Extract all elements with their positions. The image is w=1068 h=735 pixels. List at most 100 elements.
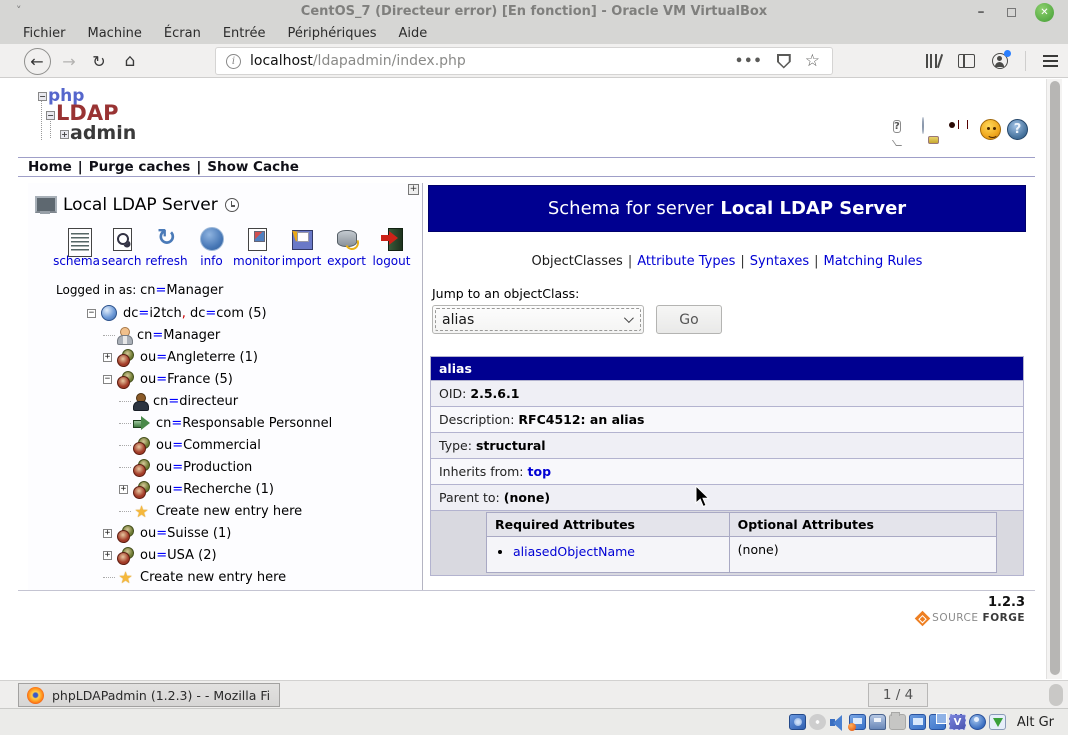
schema-link-attribute-types[interactable]: Attribute Types xyxy=(637,254,735,269)
restore-button[interactable] xyxy=(1002,3,1020,21)
recording-status-icon[interactable] xyxy=(929,714,946,730)
tree-item-ou-commercial[interactable]: ou=Commercial xyxy=(28,434,422,456)
tree-toolbar-search[interactable]: search xyxy=(99,227,144,268)
pocket-icon[interactable] xyxy=(777,54,791,69)
tree-expand-all-icon[interactable]: + xyxy=(408,184,419,195)
url-text[interactable]: localhost/ldapadmin/index.php xyxy=(250,53,466,69)
row-value-link[interactable]: top xyxy=(528,464,552,479)
logged-in-text: Logged in as: cn=Manager xyxy=(56,283,223,298)
scrollbar-thumb[interactable] xyxy=(1050,81,1060,675)
tree-item-dc-i2tch-dc-com-5[interactable]: −dc=i2tch, dc=com (5) xyxy=(28,302,422,324)
library-icon[interactable] xyxy=(926,54,942,68)
tree-item-ou-suisse-1[interactable]: +ou=Suisse (1) xyxy=(28,522,422,544)
nav-link-show-cache[interactable]: Show Cache xyxy=(207,159,299,175)
taskbar-scroll-thumb[interactable] xyxy=(1049,684,1063,706)
desktop-taskbar: phpLDAPadmin (1.2.3) - - Mozilla Fir... … xyxy=(0,680,1068,708)
sidebar-icon[interactable] xyxy=(958,54,975,68)
workspace-switcher[interactable]: 1 / 4 xyxy=(868,683,928,707)
row-label: Parent to: xyxy=(439,490,500,505)
row-label: OID: xyxy=(439,386,466,401)
forward-button[interactable]: → xyxy=(56,44,82,78)
tree-toolbar-monitor[interactable]: monitor xyxy=(234,227,279,268)
menubar-item-peripheriques[interactable]: Périphériques xyxy=(276,24,387,44)
tree-toolbar-refresh[interactable]: ↻refresh xyxy=(144,227,189,268)
vbox-statusbar: V Alt Gr xyxy=(0,708,1068,735)
arrow-right-icon xyxy=(133,416,150,430)
tree-item-ou-usa-2[interactable]: +ou=USA (2) xyxy=(28,544,422,566)
close-button[interactable]: ✕ xyxy=(1035,3,1054,22)
sourceforge-logo[interactable]: SOURCEFORGE xyxy=(917,612,1025,624)
reload-button[interactable]: ↻ xyxy=(86,44,112,78)
attribute-link-aliasedobjectname[interactable]: aliasedObjectName xyxy=(513,544,635,559)
collapse-icon[interactable]: − xyxy=(87,309,96,318)
vbox-menubar: FichierMachineÉcranEntréePériphériquesAi… xyxy=(0,24,1068,44)
tree-item-create-new-entry-here[interactable]: ★ Create new entry here xyxy=(28,500,422,522)
hint-bulb-icon[interactable] xyxy=(922,117,924,134)
network-status-icon[interactable] xyxy=(849,714,866,730)
menubar-item-fichier[interactable]: Fichier xyxy=(12,24,77,44)
bookmark-star-icon[interactable]: ☆ xyxy=(805,51,820,71)
expand-icon[interactable]: + xyxy=(103,551,112,560)
tree-toolbar-schema[interactable]: schema xyxy=(54,227,99,268)
server-icon xyxy=(34,196,56,214)
keyboard-status-icon[interactable] xyxy=(989,714,1006,730)
usb-status-icon[interactable] xyxy=(869,714,886,730)
display-status-icon[interactable] xyxy=(909,714,926,730)
menubar-item-entree[interactable]: Entrée xyxy=(212,24,277,44)
firefox-taskbar-button[interactable]: phpLDAPadmin (1.2.3) - - Mozilla Fir... xyxy=(18,683,280,707)
objectclass-name: alias xyxy=(431,357,1023,380)
tree-toolbar-import[interactable]: import xyxy=(279,227,324,268)
expand-icon[interactable]: + xyxy=(103,529,112,538)
tree-item-ou-france-5[interactable]: −ou=France (5) xyxy=(28,368,422,390)
tree-toolbar-info[interactable]: info xyxy=(189,227,234,268)
people-icon xyxy=(117,525,134,542)
url-bar[interactable]: i localhost/ldapadmin/index.php ••• ☆ xyxy=(215,47,833,75)
menu-hamburger-icon[interactable] xyxy=(1043,55,1058,67)
server-line[interactable]: Local LDAP Server xyxy=(34,195,239,215)
tree-item-create-new-entry-here[interactable]: ★Create new entry here xyxy=(28,566,422,588)
features-status-icon[interactable]: V xyxy=(949,714,966,730)
optical-status-icon[interactable] xyxy=(809,714,826,730)
tree-item-ou-recherche-1[interactable]: +ou=Recherche (1) xyxy=(28,478,422,500)
audio-status-icon[interactable] xyxy=(829,714,846,730)
tree-toolbar-export[interactable]: export xyxy=(324,227,369,268)
minimize-button[interactable]: – xyxy=(972,3,990,21)
schema-link-objectclasses[interactable]: ObjectClasses xyxy=(532,254,623,269)
menubar-item-machine[interactable]: Machine xyxy=(77,24,153,44)
menubar-item-aide[interactable]: Aide xyxy=(388,24,439,44)
hdd-status-icon[interactable] xyxy=(789,714,806,730)
collapse-icon[interactable]: − xyxy=(103,375,112,384)
menubar-item-ecran[interactable]: Écran xyxy=(153,24,212,44)
home-button[interactable]: ⌂ xyxy=(116,44,144,78)
page-actions-icon[interactable]: ••• xyxy=(735,54,763,69)
back-button[interactable]: ← xyxy=(22,44,52,78)
tree-item-cn-manager[interactable]: cn=Manager xyxy=(28,324,422,346)
objectclass-select[interactable]: alias xyxy=(432,305,644,334)
tree-item-ou-angleterre-1[interactable]: +ou=Angleterre (1) xyxy=(28,346,422,368)
expand-icon[interactable]: + xyxy=(103,353,112,362)
star-icon: ★ xyxy=(133,503,150,520)
tree-item-cn-directeur[interactable]: cn=directeur xyxy=(28,390,422,412)
version-text: 1.2.3 xyxy=(988,595,1025,610)
tree-toolbar-logout[interactable]: logout xyxy=(369,227,414,268)
help-bubble-icon[interactable]: ? xyxy=(893,120,901,133)
expand-icon[interactable]: + xyxy=(119,485,128,494)
mouse-status-icon[interactable] xyxy=(969,714,986,730)
tree-item-cn-responsable-personnel[interactable]: cn=Responsable Personnel xyxy=(28,412,422,434)
shared-status-icon[interactable] xyxy=(889,714,906,730)
tree-toolbar: schemasearch↻refreshinfomonitorimportexp… xyxy=(54,227,416,268)
help-icon[interactable]: ? xyxy=(1007,119,1028,140)
schema-link-matching-rules[interactable]: Matching Rules xyxy=(823,254,922,269)
go-button[interactable]: Go xyxy=(656,305,722,334)
site-info-icon[interactable]: i xyxy=(226,54,241,69)
globe-icon xyxy=(101,305,117,321)
page-scrollbar[interactable] xyxy=(1046,79,1062,679)
account-icon[interactable] xyxy=(992,53,1008,69)
search-icon xyxy=(110,227,134,251)
donate-smiley-icon[interactable] xyxy=(980,119,1001,140)
tree-item-ou-production[interactable]: ou=Production xyxy=(28,456,422,478)
tree-item-label: Create new entry here xyxy=(156,504,302,519)
nav-link-home[interactable]: Home xyxy=(28,159,72,175)
schema-link-syntaxes[interactable]: Syntaxes xyxy=(750,254,809,269)
nav-link-purge-caches[interactable]: Purge caches xyxy=(89,159,191,175)
